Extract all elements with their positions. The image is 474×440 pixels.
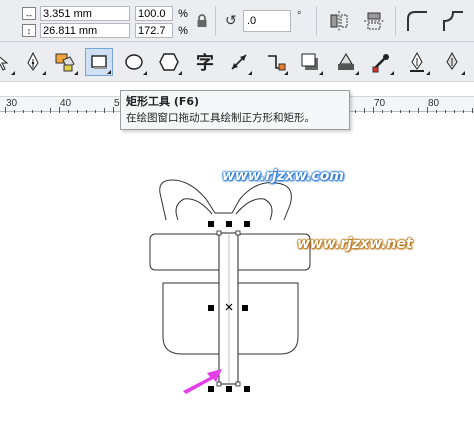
gift-box-drawing	[149, 179, 311, 394]
degree-label: °	[297, 10, 302, 22]
separator	[395, 6, 396, 36]
percent-label-y: %	[178, 24, 188, 37]
dimension-icon	[231, 54, 247, 70]
ruler-label: 80	[428, 98, 440, 109]
ellipse-tool-button[interactable]	[120, 48, 148, 76]
ruler-label: 70	[374, 98, 386, 109]
ribbon-rectangle	[218, 232, 239, 385]
pointer-arrow	[183, 369, 222, 394]
transparency-icon	[338, 53, 354, 70]
watermark-top: www.rjzxw.com	[222, 168, 344, 184]
dimension-tool-button[interactable]	[225, 48, 253, 76]
tooltip-description: 在绘图窗口拖动工具绘制正方形和矩形。	[126, 112, 315, 124]
connector-icon	[268, 55, 286, 71]
text-glyph-icon: 字	[196, 53, 214, 74]
rectangle-tool-tooltip: 矩形工具 (F6) 在绘图窗口拖动工具绘制正方形和矩形。	[120, 90, 350, 130]
property-bar: ↔ % ↕ % ↺ °	[0, 0, 474, 42]
drop-shadow-icon	[301, 53, 318, 70]
eyedropper-icon	[372, 54, 389, 73]
transparency-tool-button[interactable]	[332, 48, 360, 76]
mirror-horizontal-button[interactable]	[326, 8, 352, 34]
percent-label-x: %	[178, 7, 188, 20]
fill-bucket-icon	[55, 53, 75, 72]
rectangle-tool-button[interactable]	[85, 48, 113, 76]
eyedropper-tool-button[interactable]	[367, 48, 395, 76]
separator	[215, 6, 216, 36]
hexagon-icon	[159, 53, 179, 71]
mirror-vertical-button[interactable]	[361, 8, 387, 34]
object-width-input[interactable]	[40, 6, 130, 21]
polygon-tool-button[interactable]	[155, 48, 183, 76]
round-corner-icon	[407, 11, 427, 31]
height-row: ↕ %	[0, 23, 189, 38]
pen-nib-icon	[27, 51, 39, 71]
watermark-right: www.rjzxw.net	[297, 236, 413, 252]
scallop-corner-button[interactable]	[440, 8, 466, 34]
shape-tool-button[interactable]	[19, 48, 47, 76]
fill-icon	[446, 51, 458, 70]
width-row: ↔ %	[0, 6, 189, 21]
lock-ratio-icon[interactable]	[196, 14, 208, 28]
height-arrows-icon: ↕	[22, 24, 36, 37]
scale-y-input[interactable]	[135, 23, 173, 38]
mirror-horizontal-icon	[330, 11, 348, 31]
separator	[316, 6, 317, 36]
arrow-icon	[0, 56, 9, 71]
text-tool-button[interactable]: 字	[191, 48, 219, 76]
rotate-icon: ↺	[225, 12, 237, 28]
object-height-input[interactable]	[40, 23, 130, 38]
mirror-vertical-icon	[364, 12, 384, 30]
scale-x-input[interactable]	[135, 6, 173, 21]
drop-shadow-tool-button[interactable]	[296, 48, 324, 76]
width-arrows-icon: ↔	[22, 7, 36, 20]
rotation-angle-input[interactable]	[243, 10, 291, 32]
drawing-canvas[interactable]: www.rjzxw.com www.rjzxw.net	[0, 113, 474, 440]
ruler-label: 40	[60, 98, 72, 109]
tooltip-title: 矩形工具 (F6)	[126, 95, 200, 108]
pick-tool-button[interactable]	[0, 48, 16, 76]
ellipse-icon	[125, 54, 143, 70]
ruler-label: 30	[6, 98, 18, 109]
smart-fill-tool-button[interactable]	[51, 48, 79, 76]
scallop-corner-icon	[443, 11, 463, 31]
connector-tool-button[interactable]	[261, 48, 289, 76]
outline-pen-icon	[410, 51, 424, 72]
round-corner-button[interactable]	[404, 8, 430, 34]
toolbox: 字	[0, 42, 474, 82]
outline-pen-tool-button[interactable]	[403, 48, 431, 76]
fill-tool-button[interactable]	[438, 48, 466, 76]
rectangle-icon	[91, 55, 107, 69]
